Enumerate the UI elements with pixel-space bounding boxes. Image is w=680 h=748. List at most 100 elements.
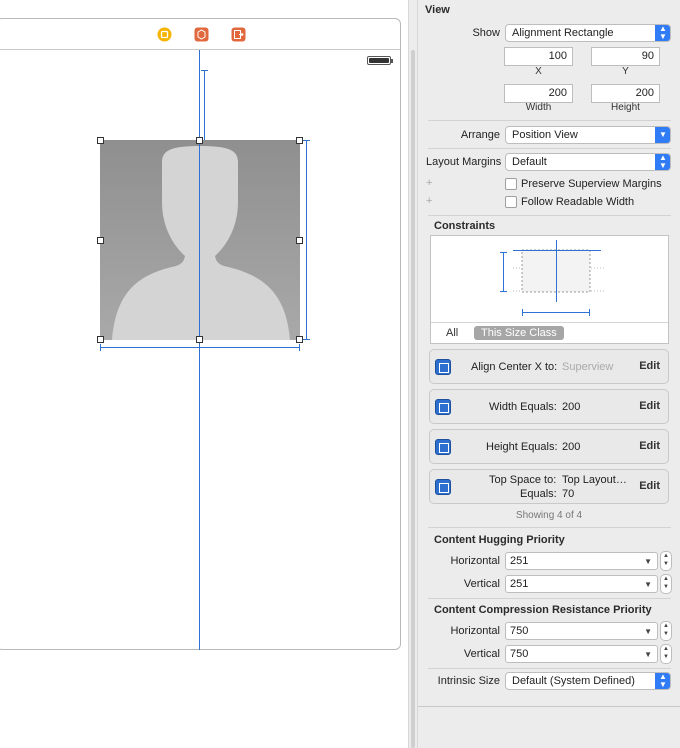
popup-arrows-icon: ▲ ▼ (655, 673, 670, 689)
y-label: Y (622, 66, 629, 77)
hugging-horizontal-label: Horizontal (450, 555, 500, 567)
compression-horizontal-label: Horizontal (450, 625, 500, 637)
constraint-label: Height Equals: (486, 441, 558, 453)
constraint-align-center-x[interactable]: Align Center X to: Superview Edit (429, 349, 669, 384)
divider (428, 148, 671, 149)
edit-button[interactable]: Edit (639, 400, 660, 412)
x-label: X (535, 66, 542, 77)
height-field[interactable]: 200 (591, 84, 660, 103)
show-popup[interactable]: Alignment Rectangle ▲ ▼ (505, 24, 671, 42)
storyboard-canvas[interactable] (0, 0, 408, 748)
resize-handle-right[interactable] (296, 237, 303, 244)
hugging-horizontal-stepper[interactable]: ▲ ▼ (660, 551, 672, 571)
hugging-vertical-stepper[interactable]: ▲ ▼ (660, 574, 672, 594)
intrinsic-size-label: Intrinsic Size (437, 675, 500, 687)
intrinsic-size-popup[interactable]: Default (System Defined) ▲ ▼ (505, 672, 671, 690)
width-field[interactable]: 200 (504, 84, 573, 103)
constraint-top-space[interactable]: Top Space to: Top Layout… Equals: 70 Edi… (429, 469, 669, 504)
height-constraint-icon (435, 439, 451, 455)
tab-this-size-class[interactable]: This Size Class (474, 326, 564, 340)
resize-handle-bottom[interactable] (196, 336, 203, 343)
hugging-horizontal-value: 251 (510, 555, 529, 567)
constraint-target: Superview (562, 361, 614, 373)
chevron-down-icon: ▼ (644, 650, 652, 659)
follow-readable-width-label: Follow Readable Width (521, 196, 635, 208)
arrange-label: Arrange (460, 129, 500, 141)
add-variation-icon[interactable]: + (426, 195, 432, 207)
compression-horizontal-popup[interactable]: 750 ▼ (505, 622, 658, 640)
hugging-vertical-value: 251 (510, 578, 529, 590)
top-space-constraint-icon (435, 479, 451, 495)
constraint-value: 200 (562, 401, 581, 413)
showing-count: Showing 4 of 4 (515, 510, 583, 521)
compression-vertical-value: 750 (510, 648, 529, 660)
resize-handle-left[interactable] (97, 237, 104, 244)
height-label: Height (611, 102, 640, 113)
constraints-diagram-graphic (500, 240, 605, 316)
constraints-title: Constraints (434, 220, 496, 232)
hugging-vertical-popup[interactable]: 251 ▼ (505, 575, 658, 593)
chevron-down-icon: ▼ (644, 580, 652, 589)
canvas-scrollbar[interactable] (411, 50, 415, 748)
chevron-down-icon: ▼ (644, 627, 652, 636)
constraint-label: Top Space to: (489, 474, 557, 486)
constraint-label-line2: Equals: (520, 488, 557, 500)
show-label: Show (472, 27, 500, 39)
constraint-value: 70 (562, 488, 575, 500)
constraint-label: Width Equals: (489, 401, 557, 413)
compression-horizontal-stepper[interactable]: ▲ ▼ (660, 621, 672, 641)
constraint-label: Align Center X to: (471, 361, 558, 373)
tab-all[interactable]: All (446, 327, 458, 339)
popup-arrow-icon: ▼ (655, 127, 670, 143)
layout-margins-label: Layout Margins (426, 156, 502, 168)
compression-title: Content Compression Resistance Priority (434, 604, 652, 616)
size-class-tabs: All This Size Class (431, 322, 668, 343)
preserve-superview-margins-label: Preserve Superview Margins (521, 178, 662, 190)
edit-button[interactable]: Edit (639, 440, 660, 452)
hugging-vertical-label: Vertical (463, 578, 500, 590)
popup-arrows-icon: ▲ ▼ (655, 25, 670, 41)
resize-handle-bottom-right[interactable] (296, 336, 303, 343)
arrange-value: Position View (512, 129, 578, 141)
compression-vertical-label: Vertical (463, 648, 500, 660)
layout-margins-popup[interactable]: Default ▲ ▼ (505, 153, 671, 171)
constraint-target: Top Layout… (562, 474, 627, 486)
follow-readable-width-checkbox[interactable] (505, 196, 517, 208)
divider (428, 527, 671, 528)
width-label: Width (525, 102, 552, 113)
divider (428, 598, 671, 599)
layout-margins-value: Default (512, 156, 547, 168)
constraint-height-equals[interactable]: Height Equals: 200 Edit (429, 429, 669, 464)
divider (428, 215, 671, 216)
arrange-popup[interactable]: Position View ▼ (505, 126, 671, 144)
compression-vertical-stepper[interactable]: ▲ ▼ (660, 644, 672, 664)
edit-button[interactable]: Edit (639, 480, 660, 492)
compression-horizontal-value: 750 (510, 625, 529, 637)
popup-arrows-icon: ▲ ▼ (655, 154, 670, 170)
view-section-title: View (425, 4, 450, 16)
align-center-x-icon (435, 359, 451, 375)
show-value: Alignment Rectangle (512, 27, 614, 39)
y-field[interactable]: 90 (591, 47, 660, 66)
divider (428, 120, 671, 121)
edit-button[interactable]: Edit (639, 360, 660, 372)
resize-handle-top-left[interactable] (97, 137, 104, 144)
resize-handle-top-right[interactable] (296, 137, 303, 144)
hugging-horizontal-popup[interactable]: 251 ▼ (505, 552, 658, 570)
constraint-width-equals[interactable]: Width Equals: 200 Edit (429, 389, 669, 424)
preserve-superview-margins-checkbox[interactable] (505, 178, 517, 190)
intrinsic-size-value: Default (System Defined) (512, 675, 635, 687)
width-constraint-icon (435, 399, 451, 415)
resize-handle-bottom-left[interactable] (97, 336, 104, 343)
divider (418, 706, 680, 707)
x-field[interactable]: 100 (504, 47, 573, 66)
add-variation-icon[interactable]: + (426, 177, 432, 189)
divider (428, 668, 671, 669)
constraints-diagram[interactable]: All This Size Class (430, 235, 669, 344)
constraint-value: 200 (562, 441, 581, 453)
constraint-indicators (100, 70, 310, 351)
resize-handle-top[interactable] (196, 137, 203, 144)
chevron-down-icon: ▼ (644, 557, 652, 566)
hugging-title: Content Hugging Priority (434, 534, 565, 546)
compression-vertical-popup[interactable]: 750 ▼ (505, 645, 658, 663)
